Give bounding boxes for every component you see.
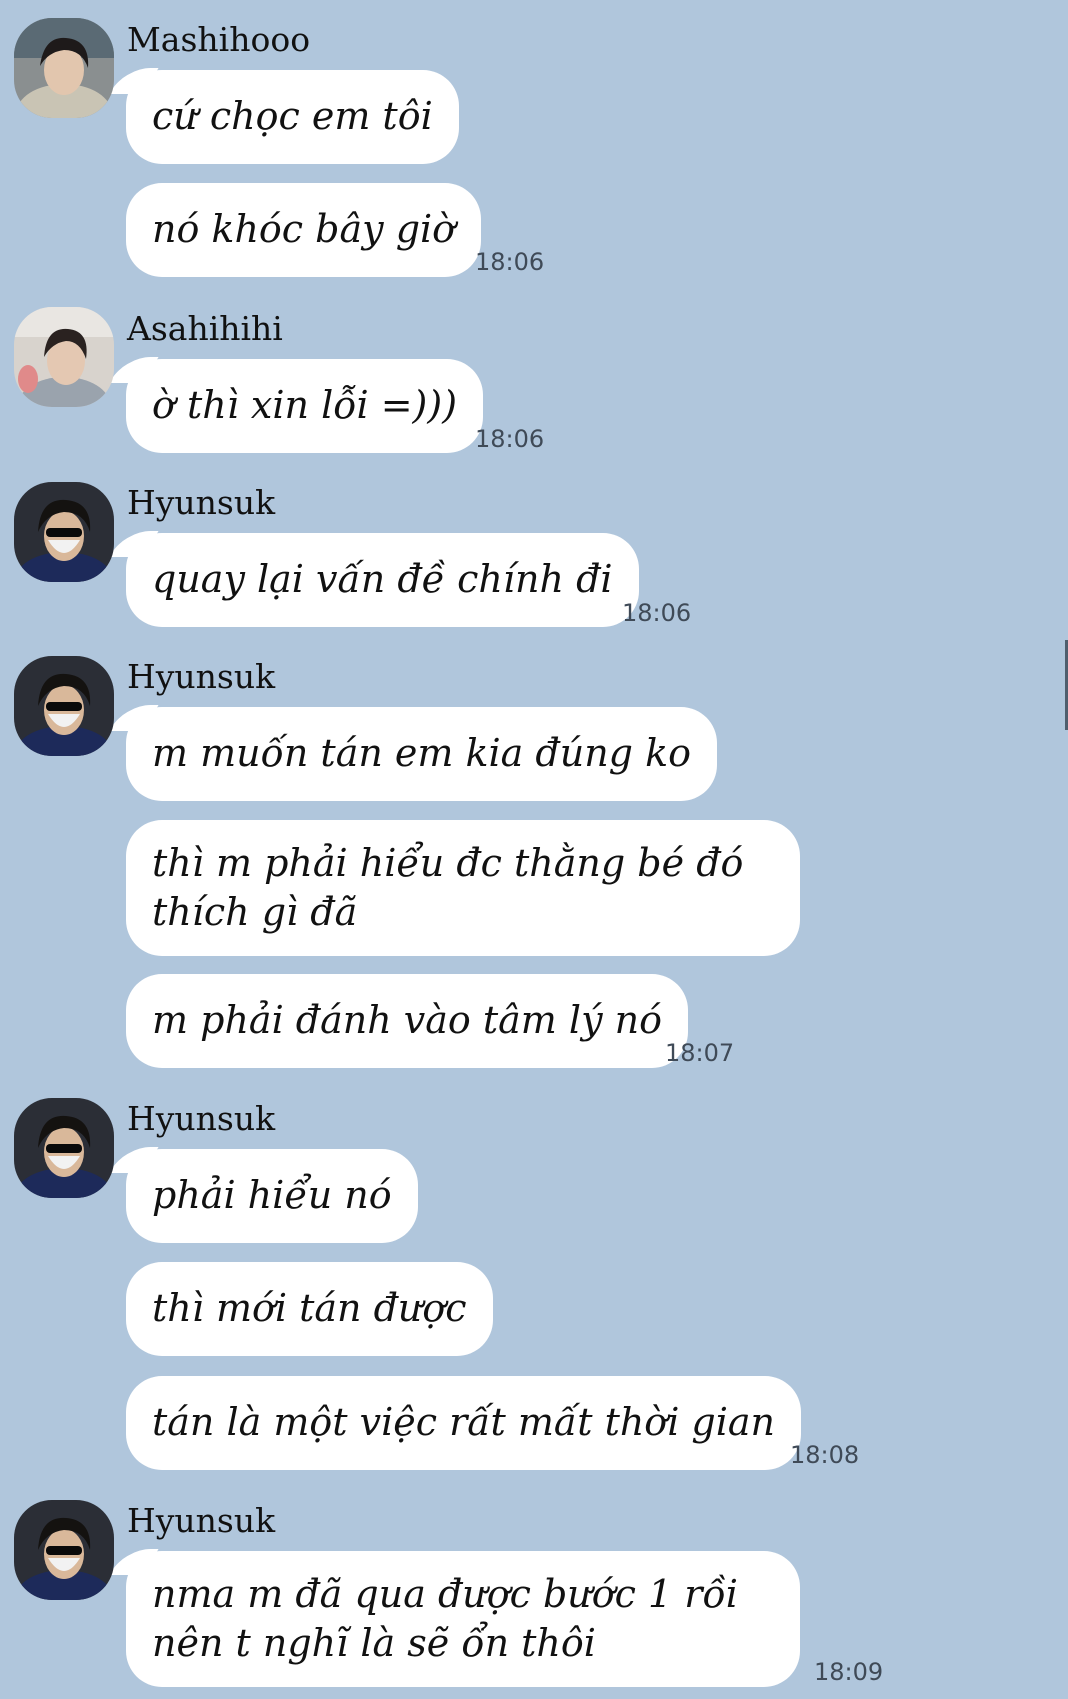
message-text: thì m phải hiểu đc thằng bé đó thích gì … bbox=[152, 840, 744, 934]
avatar-photo bbox=[14, 656, 114, 756]
avatar[interactable] bbox=[14, 482, 114, 582]
message-bubble[interactable]: thì mới tán được bbox=[126, 1262, 493, 1356]
avatar[interactable] bbox=[14, 307, 114, 407]
message-timestamp: 18:06 bbox=[475, 248, 545, 276]
message-bubble[interactable]: tán là một việc rất mất thời gian bbox=[126, 1376, 802, 1470]
avatar[interactable] bbox=[14, 18, 114, 118]
sender-name: Mashihooo bbox=[127, 20, 311, 59]
avatar-photo bbox=[14, 1500, 114, 1600]
message-timestamp: 18:06 bbox=[622, 599, 692, 627]
message-text: m phải đánh vào tâm lý nó bbox=[152, 998, 662, 1043]
message-timestamp: 18:06 bbox=[475, 425, 545, 453]
sender-name: Hyunsuk bbox=[127, 483, 276, 522]
sender-name: Hyunsuk bbox=[127, 657, 276, 696]
avatar[interactable] bbox=[14, 1098, 114, 1198]
message-text: ờ thì xin lỗi =))) bbox=[152, 383, 458, 428]
message-text: nó khóc bây giờ bbox=[152, 207, 456, 252]
message-text: quay lại vấn đề chính đi bbox=[152, 557, 613, 602]
message-bubble[interactable]: ờ thì xin lỗi =))) bbox=[126, 359, 484, 453]
message-timestamp: 18:07 bbox=[665, 1039, 735, 1067]
avatar-photo bbox=[14, 18, 114, 118]
sender-name: Hyunsuk bbox=[127, 1501, 276, 1540]
message-bubble[interactable]: nó khóc bây giờ bbox=[126, 183, 482, 277]
avatar-photo bbox=[14, 307, 114, 407]
sender-name: Asahihihi bbox=[127, 309, 283, 348]
message-timestamp: 18:08 bbox=[790, 1441, 860, 1469]
message-bubble[interactable]: thì m phải hiểu đc thằng bé đó thích gì … bbox=[126, 820, 800, 956]
message-bubble[interactable]: m muốn tán em kia đúng ko bbox=[126, 707, 717, 801]
message-text: thì mới tán được bbox=[152, 1286, 467, 1331]
message-bubble[interactable]: phải hiểu nó bbox=[126, 1149, 418, 1243]
message-text: nma m đã qua được bước 1 rồi nên t nghĩ … bbox=[152, 1571, 738, 1665]
avatar[interactable] bbox=[14, 656, 114, 756]
message-text: phải hiểu nó bbox=[152, 1173, 392, 1218]
message-timestamp: 18:09 bbox=[814, 1658, 884, 1686]
message-bubble[interactable]: quay lại vấn đề chính đi bbox=[126, 533, 639, 627]
avatar-photo bbox=[14, 482, 114, 582]
avatar[interactable] bbox=[14, 1500, 114, 1600]
message-bubble[interactable]: cứ chọc em tôi bbox=[126, 70, 459, 164]
message-text: m muốn tán em kia đúng ko bbox=[152, 731, 691, 776]
message-bubble[interactable]: m phải đánh vào tâm lý nó bbox=[126, 974, 688, 1068]
sender-name: Hyunsuk bbox=[127, 1099, 276, 1138]
message-text: cứ chọc em tôi bbox=[152, 94, 433, 139]
message-text: tán là một việc rất mất thời gian bbox=[152, 1400, 776, 1445]
message-bubble[interactable]: nma m đã qua được bước 1 rồi nên t nghĩ … bbox=[126, 1551, 800, 1687]
avatar-photo bbox=[14, 1098, 114, 1198]
